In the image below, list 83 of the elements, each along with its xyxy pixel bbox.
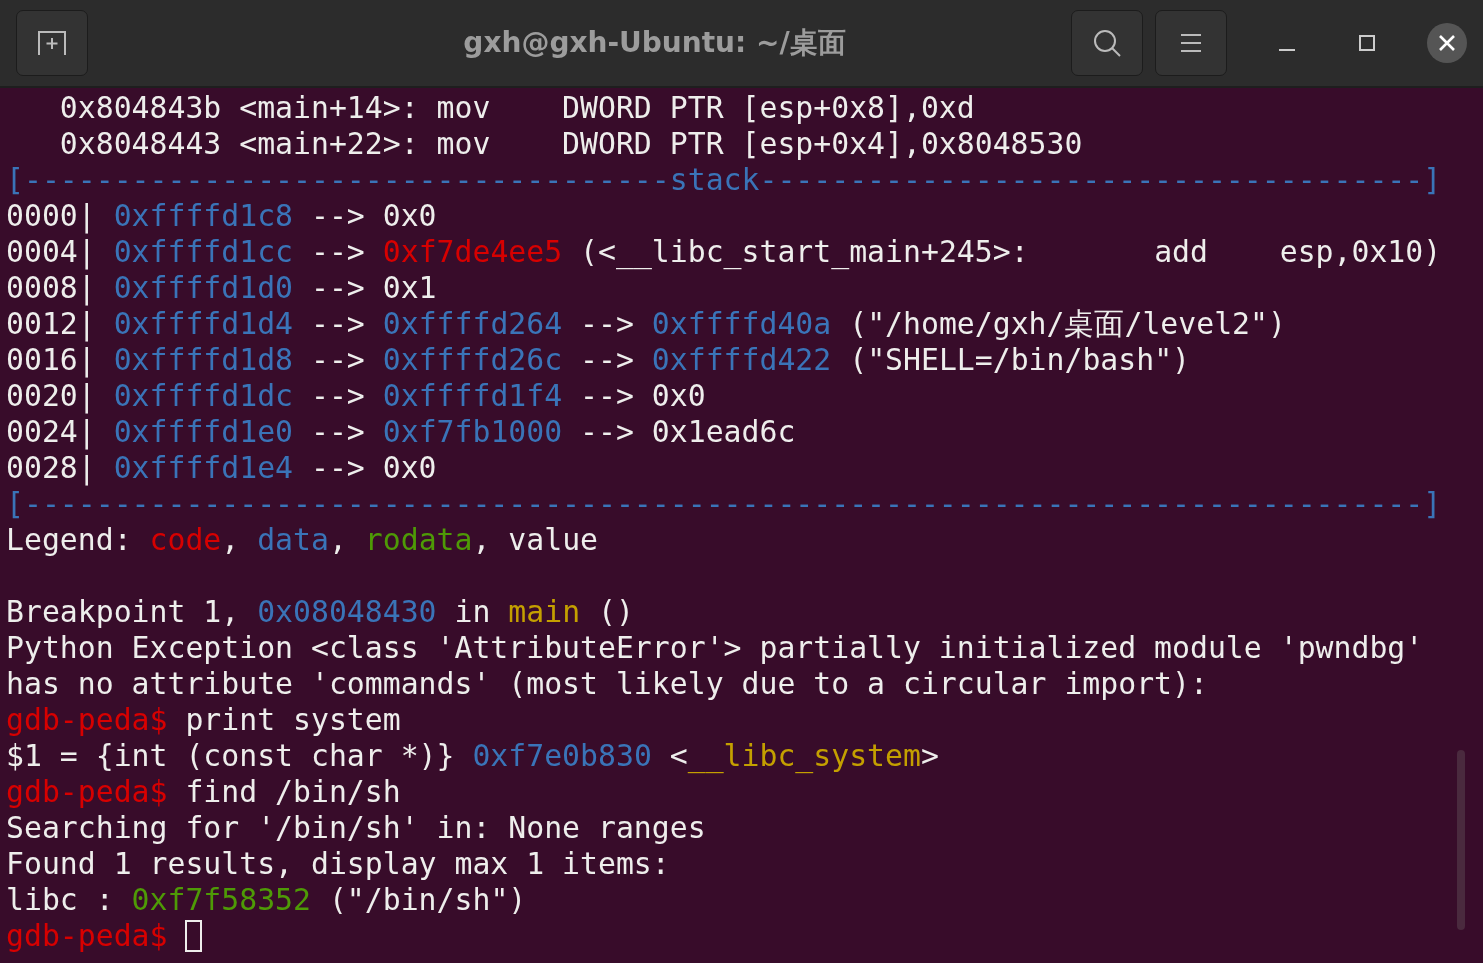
terminal-text: 0xf7de4ee5 (382, 234, 563, 269)
terminal-text: 0xffffd422 (651, 342, 832, 377)
terminal-text: 0024| (6, 414, 97, 449)
terminal-text: 0xffffd1d0 (113, 270, 294, 305)
new-tab-icon (36, 29, 68, 57)
terminal-text: print system (184, 702, 401, 737)
terminal-text: , value (472, 522, 599, 557)
terminal-text: (<__libc_start_main+245>: add esp,0x10) (579, 234, 1442, 269)
menu-button[interactable] (1155, 10, 1227, 76)
terminal-text: 0x08048430 (257, 594, 437, 629)
minimize-icon (1279, 49, 1295, 51)
terminal-text: 0xffffd1dc (113, 378, 294, 413)
terminal-text: 0xffffd1e4 (113, 450, 294, 485)
terminal-text: 0016| (6, 342, 97, 377)
terminal-text: --> (310, 306, 366, 341)
terminal-text: [------------------------------------stack-------------------------------------] (6, 162, 1442, 197)
search-button[interactable] (1071, 10, 1143, 76)
terminal-text: 0012| (6, 306, 97, 341)
terminal-text: Breakpoint 1, (6, 594, 241, 629)
terminal-text: Searching for '/bin/sh' in: None ranges (6, 810, 706, 845)
terminal-text: gdb-peda$ (6, 774, 168, 809)
terminal-text: < (668, 738, 688, 773)
scrollbar[interactable] (1457, 750, 1465, 930)
terminal-text: $1 = {int (const char *)} (6, 738, 456, 773)
terminal-text: > (920, 738, 939, 773)
terminal-text: --> (310, 342, 366, 377)
terminal-text: 0xffffd1d8 (113, 342, 294, 377)
terminal-text: Legend: (6, 522, 133, 557)
terminal-text: in (453, 594, 492, 629)
close-icon (1438, 34, 1456, 52)
terminal-text: 0xffffd1f4 (382, 378, 563, 413)
terminal-text: Found 1 results, display max 1 items: (6, 846, 670, 881)
terminal-text: 0xffffd1cc (113, 234, 294, 269)
window-title: gxh@gxh-Ubuntu: ~/桌面 (462, 25, 847, 61)
terminal-text: 0xf7e0b830 (472, 738, 652, 773)
terminal-text: libc : (6, 882, 115, 917)
terminal-text: find /bin/sh (184, 774, 401, 809)
terminal-text: --> (310, 234, 366, 269)
terminal-text: --> (579, 342, 635, 377)
terminal-text: 0xffffd1c8 (113, 198, 294, 233)
terminal-text: 0x804843b <main+14>: mov DWORD PTR [esp+0x8],0xd (58, 90, 975, 125)
terminal-text: 0000| (6, 198, 97, 233)
terminal-text: has no attribute 'commands' (most likely due to a circular import): (6, 666, 1208, 701)
terminal-text: 0004| (6, 234, 97, 269)
terminal-text: main (508, 594, 581, 629)
terminal-text: 0xffffd264 (382, 306, 563, 341)
terminal-text: --> (579, 306, 635, 341)
terminal-text: data (257, 522, 329, 557)
terminal-text: --> 0x0 (310, 198, 437, 233)
terminal-text: 0xf7fb1000 (382, 414, 563, 449)
terminal-text: 0028| (6, 450, 97, 485)
terminal-text: --> (310, 414, 366, 449)
terminal-text: --> 0x1ead6c (579, 414, 796, 449)
terminal-text: ("/home/gxh/桌面/level2") (848, 306, 1286, 341)
terminal-text: 0xffffd1d4 (113, 306, 294, 341)
terminal-text: ("SHELL=/bin/bash") (848, 342, 1191, 377)
terminal-text: () (597, 594, 634, 629)
terminal-text: gdb-peda$ (6, 918, 168, 953)
terminal-text: --> (310, 378, 366, 413)
terminal-text: ("/bin/sh") (327, 882, 527, 917)
terminal-text: Python Exception <class 'AttributeError'> partially initialized module 'pwndbg' (6, 630, 1424, 665)
terminal-text: --> 0x0 (310, 450, 437, 485)
terminal-text: 0008| (6, 270, 97, 305)
terminal-text: 0xffffd26c (382, 342, 563, 377)
terminal-text: 0xf7f58352 (131, 882, 311, 917)
terminal-text: 0xffffd1e0 (113, 414, 294, 449)
terminal-text: , (221, 522, 241, 557)
terminal-text: 0x8048443 <main+22>: mov DWORD PTR [esp+0x4],0x8048530 (58, 126, 1083, 161)
terminal-text: code (149, 522, 222, 557)
terminal-text: --> 0x1 (310, 270, 437, 305)
terminal-text: --> 0x0 (579, 378, 706, 413)
new-tab-button[interactable] (16, 10, 88, 76)
terminal-text: 0020| (6, 378, 97, 413)
close-button[interactable] (1427, 23, 1467, 63)
terminal-text: , (328, 522, 348, 557)
search-icon (1092, 28, 1122, 58)
maximize-icon (1358, 34, 1376, 52)
terminal-text: rodata (364, 522, 473, 557)
terminal-text: [------------------------------------------------------------------------------] (6, 486, 1442, 521)
terminal-text: 0xffffd40a (651, 306, 832, 341)
terminal-text: gdb-peda$ (6, 702, 168, 737)
menu-icon (1180, 33, 1202, 53)
terminal-text: __libc_system (687, 738, 921, 773)
